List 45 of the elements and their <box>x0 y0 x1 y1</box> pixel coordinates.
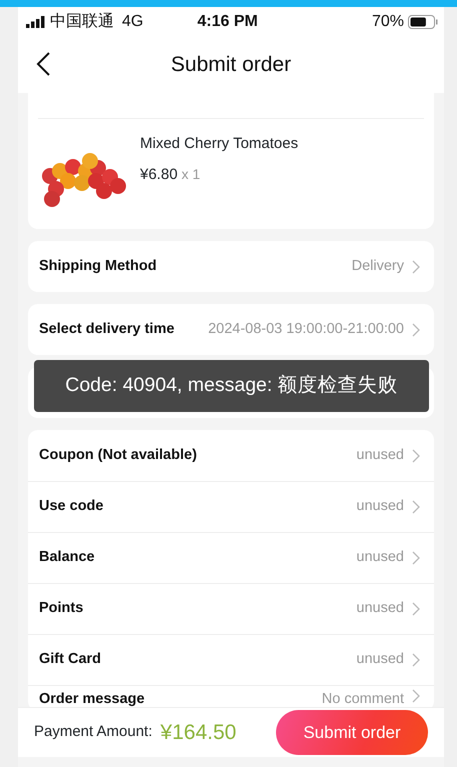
network-type: 4G <box>122 12 144 32</box>
signal-icon <box>26 16 46 28</box>
chevron-icon <box>412 689 420 703</box>
carrier-name: 中国联通 <box>50 12 114 32</box>
settings-row[interactable]: Points unused <box>28 583 434 634</box>
row-label: Order message <box>39 690 145 709</box>
clock-time: 4:16 PM <box>197 12 258 32</box>
row-label: Balance <box>39 548 95 568</box>
row-value: Delivery <box>352 256 404 276</box>
row-label: Use code <box>39 497 104 516</box>
row-value: No comment <box>322 690 404 709</box>
chevron-icon <box>412 602 420 616</box>
settings-row[interactable]: Select delivery time 2024-08-03 19:00:00-21:00:00 <box>28 304 434 355</box>
payment-label: Payment Amount: <box>34 722 152 742</box>
battery-percent: 70% <box>372 12 404 32</box>
settings-row[interactable]: Balance unused <box>28 532 434 583</box>
row-value: unused <box>356 599 404 618</box>
chevron-icon <box>412 260 420 274</box>
chevron-icon <box>412 322 420 336</box>
row-value: unused <box>356 650 404 670</box>
product-price: ¥6.80 <box>140 166 178 182</box>
battery-icon <box>408 14 438 28</box>
row-value: 2024-08-03 19:00:00-21:00:00 <box>208 320 404 339</box>
settings-row[interactable]: Coupon (Not available) unused <box>28 430 434 481</box>
settings-row[interactable]: Use code unused <box>28 481 434 532</box>
settings-row[interactable]: Shipping Method Delivery <box>28 241 434 292</box>
row-label: Coupon (Not available) <box>39 446 197 465</box>
row-label: Points <box>39 599 84 618</box>
settings-row[interactable]: Gift Card unused <box>28 634 434 685</box>
page-title: Submit order <box>170 52 292 78</box>
row-value: unused <box>356 548 404 568</box>
row-label: Select delivery time <box>39 320 174 339</box>
chevron-icon <box>412 551 420 565</box>
error-toast: Code: 40904, message: 额度检查失败 <box>34 360 429 412</box>
chevron-icon <box>412 448 420 462</box>
product-name: Mixed Cherry Tomatoes <box>140 134 298 154</box>
row-label: Gift Card <box>39 650 102 670</box>
chevron-icon <box>412 500 420 514</box>
product-quantity: x 1 <box>182 166 200 182</box>
row-label: Shipping Method <box>39 256 157 276</box>
chevron-icon <box>412 653 420 667</box>
row-value: unused <box>356 497 404 516</box>
submit-button[interactable]: Submit order <box>276 710 428 755</box>
payment-amount: ¥164.50 <box>160 720 236 746</box>
row-value: unused <box>356 446 404 465</box>
